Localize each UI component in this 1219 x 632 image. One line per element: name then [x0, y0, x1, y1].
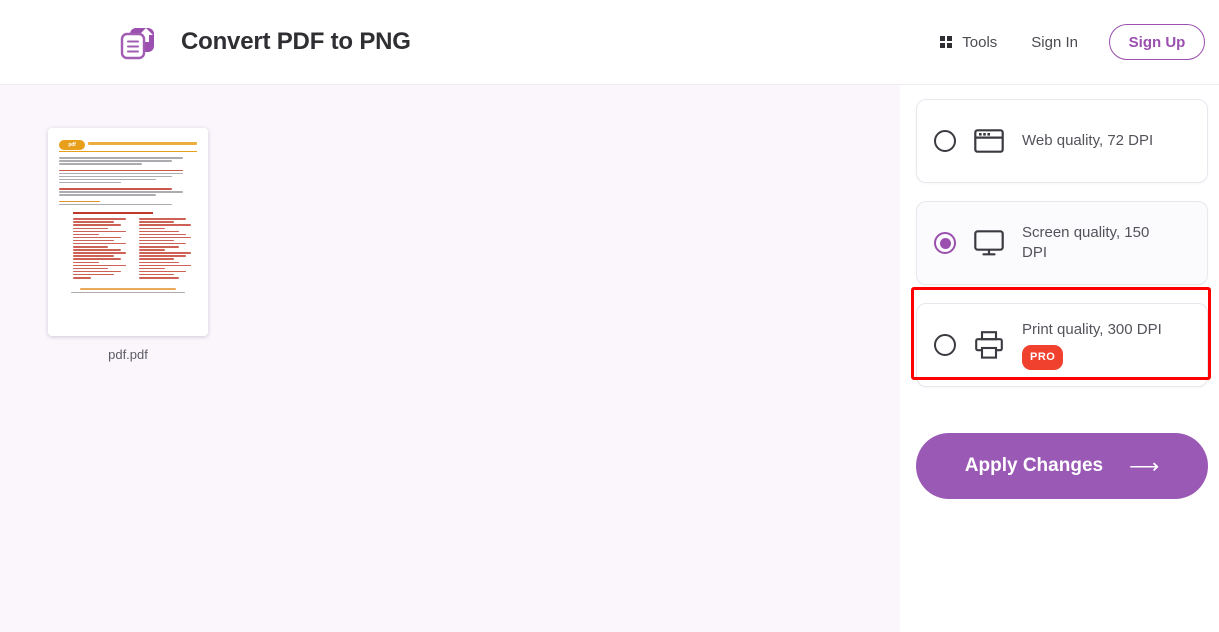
option-print-quality-label: Print quality, 300 DPI — [1022, 321, 1162, 338]
nav-tools[interactable]: Tools — [940, 34, 997, 51]
pdf-page-thumbnail[interactable]: pdf — [48, 128, 208, 336]
pdf-page-preview-render: pdf — [48, 128, 208, 336]
arrow-right-icon: ⟶ — [1129, 454, 1160, 478]
pdf-preview-column-right — [138, 218, 198, 280]
pdf-preview-paragraph-3 — [59, 188, 197, 196]
radio-screen-quality[interactable] — [934, 232, 956, 254]
pdf-preview-paragraph-1 — [59, 157, 197, 165]
quality-options-panel: Web quality, 72 DPI Screen quality, 150 … — [900, 85, 1219, 632]
nav-tools-label: Tools — [962, 33, 998, 51]
pro-badge: PRO — [1022, 345, 1064, 370]
apply-changes-button[interactable]: Apply Changes ⟶ — [916, 433, 1208, 499]
file-workspace: pdf pdf.pdf — [0, 85, 900, 632]
nav-sign-in[interactable]: Sign In — [1031, 34, 1078, 51]
radio-web-quality[interactable] — [934, 130, 956, 152]
printer-icon — [972, 328, 1006, 362]
apply-changes-label: Apply Changes — [964, 455, 1104, 476]
file-name-label: pdf.pdf — [108, 347, 148, 362]
radio-print-quality[interactable] — [934, 334, 956, 356]
pdf-preview-paragraph-2 — [59, 169, 197, 184]
app-header: Convert PDF to PNG Tools Sign In Sign Up — [0, 0, 1219, 85]
sign-up-button[interactable]: Sign Up — [1109, 24, 1205, 60]
option-screen-quality[interactable]: Screen quality, 150 DPI — [916, 201, 1208, 285]
pdf-preview-column-left — [73, 218, 132, 280]
pdf-preview-feature-columns — [73, 218, 197, 280]
pdf-preview-paragraph-4 — [59, 200, 197, 206]
grid-dots-icon — [940, 36, 953, 48]
page-title: Convert PDF to PNG — [181, 28, 411, 55]
header-nav: Tools Sign In Sign Up — [940, 24, 1205, 60]
option-web-quality-label: Web quality, 72 DPI — [1022, 132, 1154, 149]
app-root: Convert PDF to PNG Tools Sign In Sign Up… — [0, 0, 1219, 632]
pdf-to-png-logo-icon — [114, 18, 162, 66]
browser-window-icon — [972, 124, 1006, 158]
pdf-preview-logo: pdf — [59, 140, 197, 150]
option-web-quality[interactable]: Web quality, 72 DPI — [916, 99, 1208, 183]
pdf-preview-subheading — [73, 212, 154, 215]
brand: Convert PDF to PNG — [114, 18, 411, 66]
option-print-quality[interactable]: Print quality, 300 DPI PRO — [916, 303, 1208, 387]
pdf-preview-footer — [59, 288, 197, 294]
monitor-icon — [972, 226, 1006, 260]
option-screen-quality-label: Screen quality, 150 DPI — [1022, 224, 1150, 261]
option-print-quality-text: Print quality, 300 DPI PRO — [1022, 320, 1162, 370]
file-thumbnail-wrapper: pdf pdf.pdf — [48, 128, 208, 362]
